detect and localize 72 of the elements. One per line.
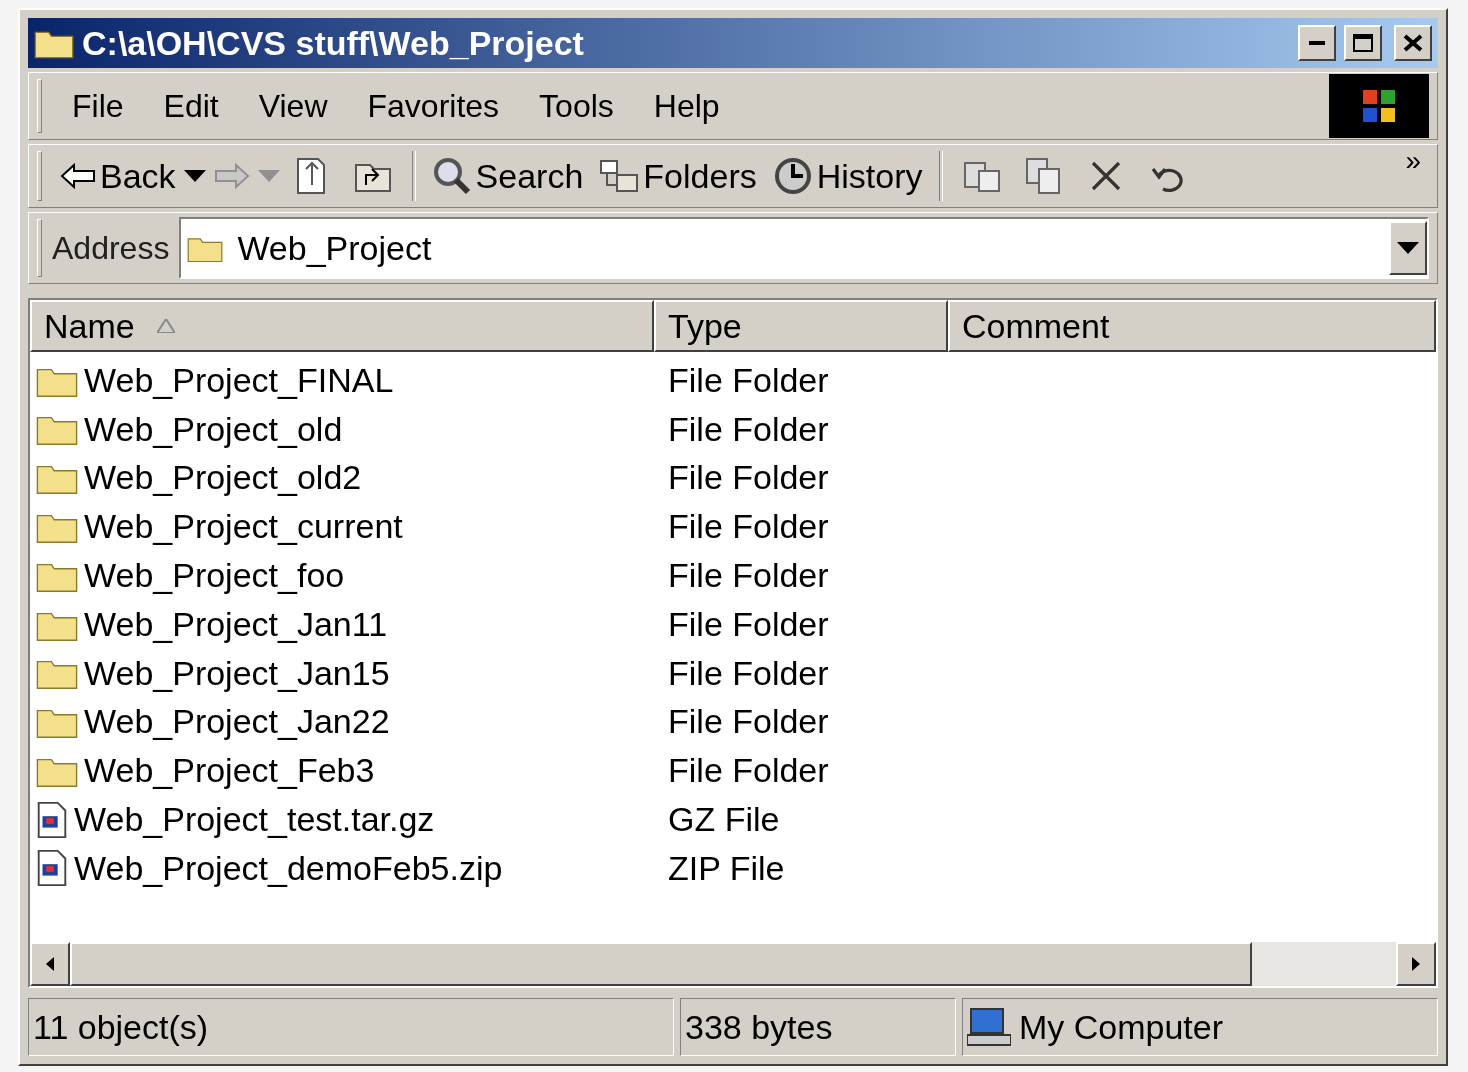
close-icon: [1403, 34, 1423, 52]
file-type: File Folder: [667, 458, 830, 498]
right-arrow-icon: [1412, 957, 1420, 971]
file-type: File Folder: [667, 751, 830, 791]
scroll-right-button[interactable]: [1396, 942, 1436, 986]
search-button[interactable]: Search: [423, 156, 592, 196]
column-title: Type: [668, 306, 742, 346]
file-type: File Folder: [667, 556, 830, 596]
address-value: Web_Project: [237, 228, 432, 268]
file-name[interactable]: Web_Project_current: [30, 507, 654, 547]
file-type: File Folder: [667, 702, 830, 742]
address-field[interactable]: Web_Project: [179, 217, 1429, 279]
folder-tree-icon: [599, 159, 640, 193]
file-name[interactable]: Web_Project_FINAL: [30, 360, 654, 400]
total-size: 338 bytes: [680, 998, 956, 1056]
minimize-button[interactable]: [1298, 25, 1336, 61]
folders-button[interactable]: Folders: [591, 156, 765, 196]
file-icon: [36, 849, 68, 888]
menu-item[interactable]: Tools: [519, 87, 634, 125]
menu-item[interactable]: Favorites: [347, 87, 520, 125]
file-type: GZ File: [667, 800, 781, 840]
column-title: Name: [44, 306, 135, 346]
file-name[interactable]: Web_Project_test.tar.gz: [30, 800, 654, 840]
file-type: File Folder: [667, 604, 830, 644]
zone-label: My Computer: [1019, 1007, 1224, 1047]
search-icon: [431, 156, 472, 196]
forward-arrow-icon: [213, 163, 250, 189]
left-arrow-icon: [46, 957, 54, 971]
menu-item[interactable]: Help: [633, 87, 740, 125]
history-button[interactable]: History: [764, 156, 931, 196]
back-button[interactable]: Back: [52, 156, 184, 196]
file-name[interactable]: Web_Project_old2: [30, 458, 654, 498]
file-type: File Folder: [667, 360, 830, 400]
dropdown-button[interactable]: [1389, 221, 1427, 275]
menu-item[interactable]: Edit: [143, 87, 239, 125]
file-icon: [36, 800, 68, 839]
maximize-button[interactable]: [1344, 25, 1382, 61]
sort-arrow-icon: [156, 319, 175, 333]
column-header[interactable]: Comment: [948, 300, 1436, 352]
more-button[interactable]: »: [1397, 145, 1429, 177]
file-name[interactable]: Web_Project_Feb3: [30, 751, 654, 791]
window-title: C:\a\OH\CVS stuff\Web_Project: [82, 23, 585, 63]
caret-icon: [1397, 242, 1419, 254]
file-name[interactable]: Web_Project_foo: [30, 556, 654, 596]
horizontal-scrollbar[interactable]: [30, 942, 1436, 986]
column-header[interactable]: Name: [30, 300, 654, 352]
menu-item[interactable]: View: [238, 87, 348, 125]
clock-icon: [772, 156, 813, 196]
column-header[interactable]: Type: [654, 300, 948, 352]
file-name[interactable]: Web_Project_Jan22: [30, 702, 654, 742]
file-type: File Folder: [667, 507, 830, 547]
file-name[interactable]: Web_Project_Jan15: [30, 653, 654, 693]
flag-icon: [1361, 88, 1397, 124]
address-label: Address: [52, 229, 171, 267]
file-name[interactable]: Web_Project_demoFeb5.zip: [30, 848, 654, 888]
file-name[interactable]: Web_Project_Jan11: [30, 604, 654, 644]
menu-item[interactable]: File: [52, 87, 144, 125]
file-type: ZIP File: [667, 848, 786, 888]
minimize-icon: [1309, 41, 1325, 45]
file-type: File Folder: [667, 653, 830, 693]
close-button[interactable]: [1394, 25, 1432, 61]
caret-icon: [257, 170, 280, 182]
computer-icon: [967, 1007, 1011, 1047]
back-arrow-icon: [60, 163, 96, 189]
file-type: File Folder: [667, 409, 830, 449]
object-count: 11 object(s): [28, 998, 674, 1056]
column-title: Comment: [962, 306, 1110, 346]
file-name[interactable]: Web_Project_old: [30, 409, 654, 449]
maximize-icon: [1353, 34, 1373, 52]
scroll-left-button[interactable]: [30, 942, 70, 986]
scroll-thumb[interactable]: [70, 942, 1252, 986]
caret-icon: [183, 170, 206, 182]
